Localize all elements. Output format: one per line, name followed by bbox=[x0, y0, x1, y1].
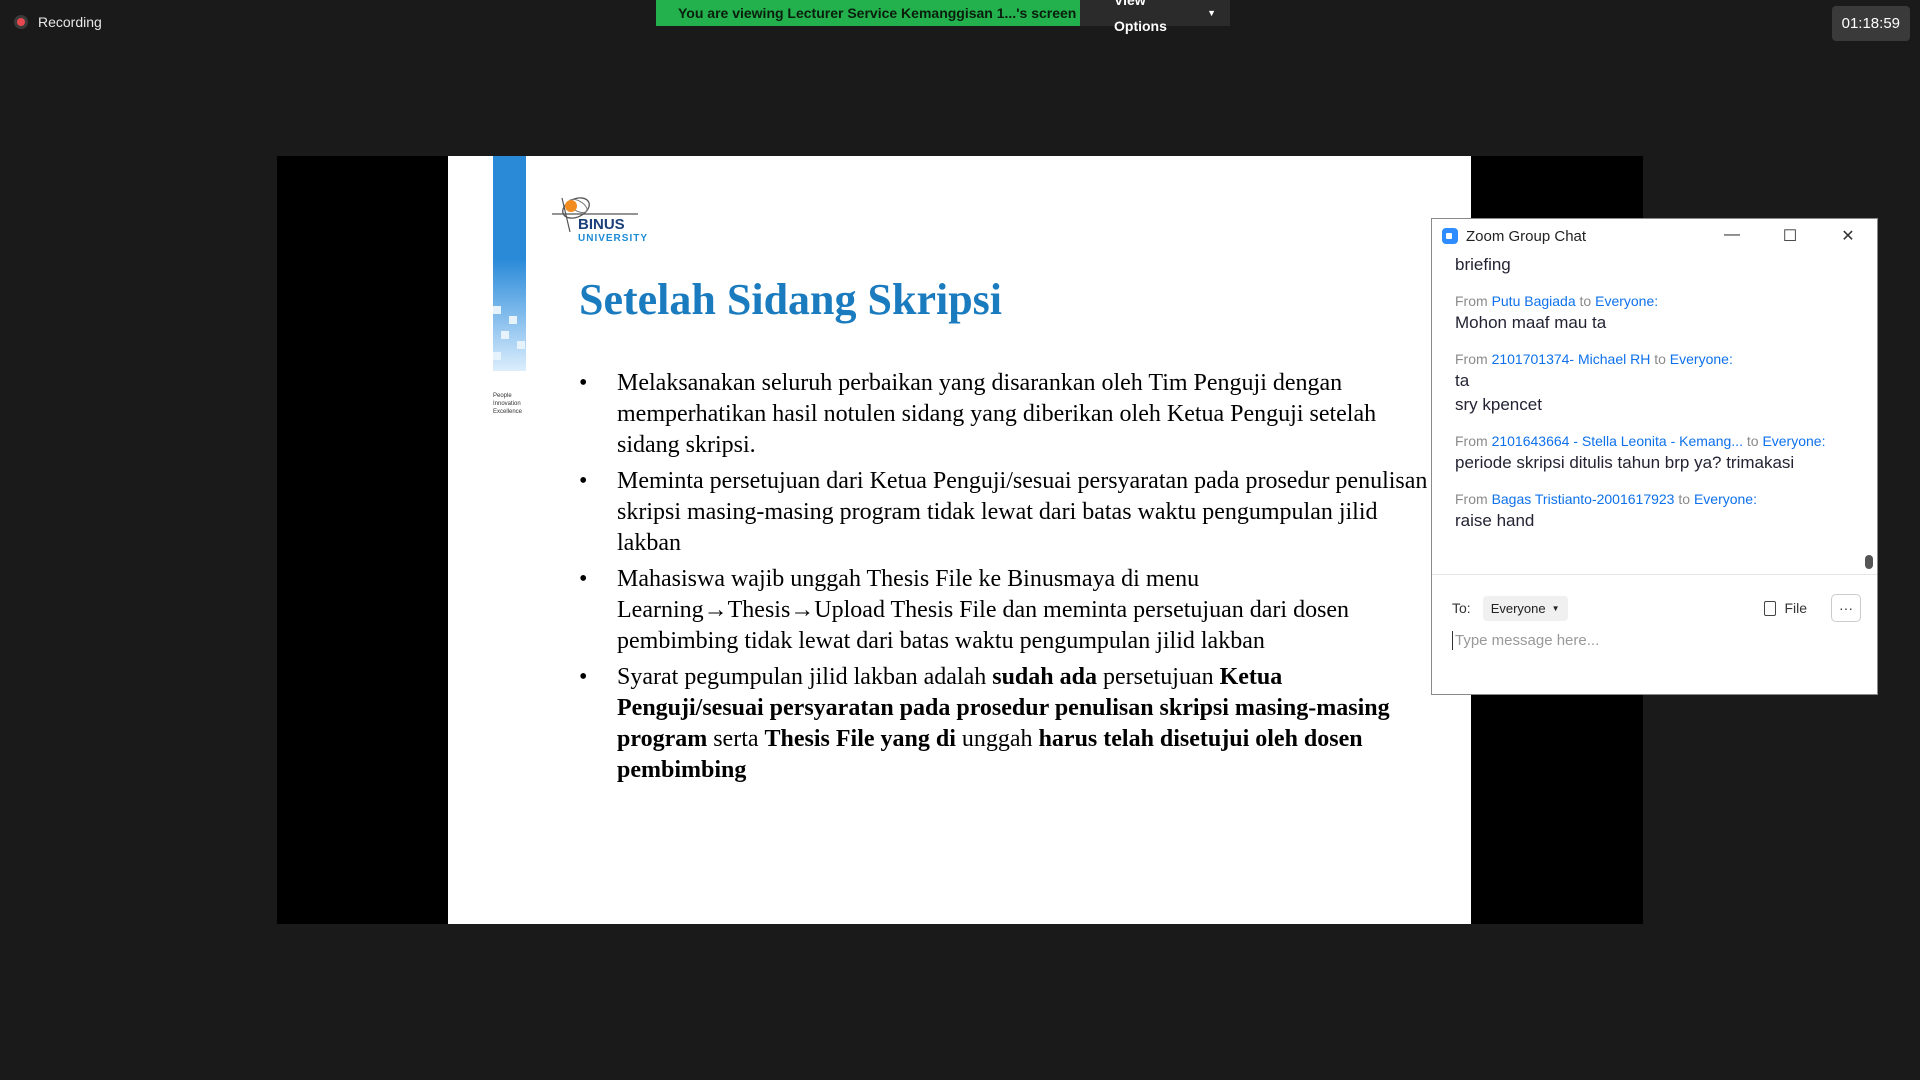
maximize-icon[interactable]: ☐ bbox=[1761, 226, 1819, 246]
more-icon: ··· bbox=[1839, 600, 1853, 616]
chat-divider bbox=[1432, 574, 1877, 575]
file-button[interactable]: File bbox=[1764, 600, 1807, 616]
recording-indicator[interactable]: Recording bbox=[14, 14, 102, 30]
recipient-dropdown[interactable]: Everyone ▼ bbox=[1482, 595, 1568, 621]
chat-message-list[interactable]: briefing From Putu Bagiada to Everyone: Mo… bbox=[1432, 253, 1866, 591]
sender-name[interactable]: 2101701374- Michael RH bbox=[1492, 351, 1651, 367]
recording-label: Recording bbox=[38, 14, 102, 30]
message-text: Mohon maaf mau ta bbox=[1455, 313, 1607, 332]
chevron-down-icon: ▼ bbox=[1207, 8, 1216, 18]
slide-bullet: Meminta persetujuan dari Ketua Penguji/s… bbox=[579, 466, 1429, 559]
to-label: To: bbox=[1452, 600, 1471, 616]
slide-bullet: Syarat pegumpulan jilid lakban adalah su… bbox=[579, 662, 1429, 786]
recipient-name[interactable]: Everyone: bbox=[1762, 433, 1825, 449]
message-header: From Bagas Tristianto-2001617923 to Ever… bbox=[1455, 491, 1757, 507]
message-header: From 2101701374- Michael RH to Everyone: bbox=[1455, 351, 1733, 367]
slide-bullet: Melaksanakan seluruh perbaikan yang disa… bbox=[579, 368, 1429, 461]
chat-message: From Putu Bagiada to Everyone: Mohon maaf… bbox=[1455, 291, 1866, 335]
slide-side-stripe bbox=[493, 156, 526, 371]
chat-message: From Bagas Tristianto-2001617923 to Ever… bbox=[1455, 489, 1866, 533]
screen-share-banner: You are viewing Lecturer Service Kemangg… bbox=[656, 0, 1230, 34]
chat-scrollbar[interactable] bbox=[1865, 259, 1873, 569]
record-icon bbox=[14, 15, 28, 29]
slide-tagline: People Innovation Excellence bbox=[493, 393, 523, 415]
recipient-name[interactable]: Everyone: bbox=[1595, 293, 1658, 309]
message-text: briefing bbox=[1455, 255, 1511, 274]
chat-titlebar[interactable]: Zoom Group Chat — ☐ ✕ bbox=[1432, 219, 1877, 253]
recipient-name[interactable]: Everyone: bbox=[1694, 491, 1757, 507]
meeting-timer: 01:18:59 bbox=[1831, 6, 1910, 41]
message-text: sry kpencet bbox=[1455, 395, 1542, 414]
zoom-group-chat-window[interactable]: Zoom Group Chat — ☐ ✕ briefing From Putu … bbox=[1431, 218, 1878, 695]
recipient-name[interactable]: Everyone: bbox=[1670, 351, 1733, 367]
chat-message: briefing bbox=[1455, 253, 1866, 277]
message-text: raise hand bbox=[1455, 511, 1535, 530]
chat-title: Zoom Group Chat bbox=[1466, 227, 1587, 245]
chevron-down-icon: ▼ bbox=[1551, 603, 1560, 613]
sender-name[interactable]: Putu Bagiada bbox=[1492, 293, 1576, 309]
chat-message: From 2101701374- Michael RH to Everyone:… bbox=[1455, 349, 1866, 417]
more-options-button[interactable]: ··· bbox=[1831, 594, 1861, 622]
view-options-button[interactable]: View Options ▼ bbox=[1080, 0, 1230, 34]
close-icon[interactable]: ✕ bbox=[1819, 226, 1877, 246]
minimize-icon[interactable]: — bbox=[1703, 226, 1761, 246]
zoom-app-icon bbox=[1442, 228, 1458, 244]
message-text: ta bbox=[1455, 371, 1470, 390]
file-icon bbox=[1764, 600, 1777, 616]
slide-bullet: Mahasiswa wajib unggah Thesis File ke Bi… bbox=[579, 564, 1429, 657]
recipient-value: Everyone bbox=[1490, 600, 1546, 616]
chat-message: From 2101643664 - Stella Leonita - Keman… bbox=[1455, 431, 1866, 475]
file-label: File bbox=[1784, 600, 1807, 616]
viewing-screen-text: You are viewing Lecturer Service Kemangg… bbox=[656, 0, 1080, 26]
message-header: From 2101643664 - Stella Leonita - Keman… bbox=[1455, 433, 1826, 449]
message-text: periode skripsi ditulis tahun brp ya? tr… bbox=[1455, 453, 1795, 472]
message-input[interactable] bbox=[1452, 631, 1857, 650]
logo-subtitle: UNIVERSITY bbox=[578, 233, 649, 244]
sender-name[interactable]: Bagas Tristianto-2001617923 bbox=[1492, 491, 1675, 507]
logo-word: BINUS bbox=[578, 216, 625, 233]
message-header: From Putu Bagiada to Everyone: bbox=[1455, 293, 1659, 309]
slide-bullet-list: Melaksanakan seluruh perbaikan yang disa… bbox=[579, 368, 1429, 791]
scrollbar-thumb[interactable] bbox=[1865, 555, 1873, 569]
slide-title: Setelah Sidang Skripsi bbox=[579, 275, 1003, 324]
view-options-label: View Options bbox=[1114, 0, 1167, 34]
sender-name[interactable]: 2101643664 - Stella Leonita - Kemang... bbox=[1492, 433, 1743, 449]
presentation-slide: People Innovation Excellence BINUS UNIVE… bbox=[448, 156, 1471, 924]
